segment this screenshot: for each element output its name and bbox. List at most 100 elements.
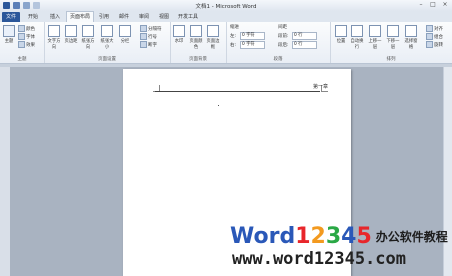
watermark-digit: 2 — [310, 223, 326, 249]
watermark-digit: 4 — [341, 223, 357, 249]
page-borders-icon — [207, 25, 219, 37]
page-borders-button[interactable]: 页面边框 — [206, 25, 220, 50]
size-icon — [101, 25, 113, 37]
theme-group: 主题 颜色 字体 效果 主题 — [0, 22, 45, 63]
watermark-digits: 12345 — [295, 224, 372, 249]
watermark-url: www.word12345.com — [232, 249, 406, 269]
indent-right-field[interactable]: 0 字符 — [240, 41, 265, 49]
indent-right-label: 右: — [230, 43, 237, 48]
page-color-button[interactable]: 页面颜色 — [189, 25, 203, 50]
page-setup-group: 文字方向 页边距 纸张方向 纸张大小 分栏 分隔符 行号 断字 页面设置 — [44, 22, 171, 63]
margins-button[interactable]: 页边距 — [64, 25, 78, 44]
bring-forward-label: 上移一层 — [368, 39, 382, 50]
wrap-text-icon — [351, 25, 363, 37]
text-cursor — [218, 105, 219, 106]
themes-icon — [3, 25, 15, 37]
tab-review[interactable]: 审阅 — [136, 12, 152, 22]
send-backward-icon — [387, 25, 399, 37]
watermark-label: 水印 — [174, 39, 184, 44]
orientation-icon — [82, 25, 94, 37]
spacing-after-field[interactable]: 0 行 — [292, 41, 317, 49]
size-label: 纸张大小 — [100, 39, 114, 50]
tab-home[interactable]: 开始 — [24, 12, 42, 22]
columns-label: 分栏 — [120, 39, 130, 44]
columns-button[interactable]: 分栏 — [118, 25, 132, 44]
send-backward-label: 下移一层 — [386, 39, 400, 50]
bring-forward-button[interactable]: 上移一层 — [368, 25, 382, 50]
ribbon-tab-bar: 文件 开始 插入 页面布局 引用 邮件 审阅 视图 开发工具 — [0, 11, 452, 22]
theme-fonts-button[interactable]: 字体 — [18, 33, 35, 40]
tab-view[interactable]: 视图 — [156, 12, 172, 22]
tab-file[interactable]: 文件 — [2, 12, 20, 22]
tab-page-layout[interactable]: 页面布局 — [66, 11, 94, 22]
margins-label: 页边距 — [64, 39, 78, 44]
paragraph-group-label: 段落 — [273, 57, 283, 62]
bring-forward-icon — [369, 25, 381, 37]
watermark-digit: 1 — [295, 223, 311, 249]
text-direction-button[interactable]: 文字方向 — [47, 25, 61, 50]
tab-references[interactable]: 引用 — [96, 12, 112, 22]
tab-developer[interactable]: 开发工具 — [176, 12, 200, 22]
spacing-after-label: 段后: — [278, 43, 289, 48]
columns-icon — [119, 25, 131, 37]
arrange-group: 位置 自动换行 上移一层 下移一层 选择窗格 对齐 组合 旋转 排列 — [330, 22, 452, 63]
themes-label: 主题 — [4, 39, 14, 44]
watermark-digit: 3 — [325, 223, 342, 249]
margins-icon — [65, 25, 77, 37]
watermark-logo: Word 12345 办公软件教程 — [230, 223, 448, 249]
selection-pane-button[interactable]: 选择窗格 — [404, 25, 418, 50]
theme-group-label: 主题 — [17, 57, 27, 62]
text-direction-label: 文字方向 — [47, 39, 61, 50]
page-borders-label: 页面边框 — [206, 39, 220, 50]
position-button[interactable]: 位置 — [334, 25, 348, 44]
arrange-group-label: 排列 — [386, 57, 396, 62]
page-color-icon — [190, 25, 202, 37]
watermark-chinese: 办公软件教程 — [375, 229, 448, 244]
position-label: 位置 — [336, 39, 346, 44]
align-button[interactable]: 对齐 — [426, 25, 443, 32]
indent-title: 缩进 — [230, 25, 239, 30]
spacing-before-field[interactable]: 0 行 — [292, 32, 317, 40]
maximize-icon[interactable]: □ — [428, 1, 438, 9]
window-title: 文档1 - Microsoft Word — [195, 4, 257, 10]
orientation-label: 纸张方向 — [81, 39, 95, 50]
themes-button[interactable]: 主题 — [2, 25, 16, 44]
watermark-digit: 5 — [356, 223, 372, 249]
page-header-text[interactable]: 第一章 — [313, 83, 328, 90]
tab-mailings[interactable]: 邮件 — [116, 12, 132, 22]
theme-effects-button[interactable]: 效果 — [18, 41, 35, 48]
header-divider-line — [155, 91, 320, 92]
page-background-group-label: 页面背景 — [189, 57, 207, 62]
minimize-icon[interactable]: – — [416, 1, 426, 9]
wrap-text-button[interactable]: 自动换行 — [350, 25, 364, 50]
window-controls: – □ × — [416, 1, 450, 9]
spacing-title: 间距 — [278, 25, 287, 30]
line-numbers-button[interactable]: 行号 — [140, 33, 157, 40]
indent-left-field[interactable]: 0 字符 — [240, 32, 265, 40]
position-icon — [335, 25, 347, 37]
hyphenation-button[interactable]: 断字 — [140, 41, 157, 48]
rotate-button[interactable]: 旋转 — [426, 41, 443, 48]
close-icon[interactable]: × — [440, 1, 450, 9]
size-button[interactable]: 纸张大小 — [100, 25, 114, 50]
vertical-ruler — [0, 67, 10, 276]
selection-pane-label: 选择窗格 — [404, 39, 418, 50]
orientation-button[interactable]: 纸张方向 — [81, 25, 95, 50]
watermark-icon — [173, 25, 185, 37]
wrap-text-label: 自动换行 — [350, 39, 364, 50]
group-button[interactable]: 组合 — [426, 33, 443, 40]
selection-pane-icon — [405, 25, 417, 37]
page-background-group: 水印 页面颜色 页面边框 页面背景 — [170, 22, 227, 63]
watermark-word: Word — [230, 223, 296, 249]
watermark-button[interactable]: 水印 — [172, 25, 186, 44]
paragraph-group: 缩进 间距 左: 0 字符 右: 0 字符 段前: 0 行 段后: 0 行 段落 — [226, 22, 331, 63]
breaks-button[interactable]: 分隔符 — [140, 25, 162, 32]
indent-left-label: 左: — [230, 34, 237, 39]
tab-insert[interactable]: 插入 — [46, 12, 64, 22]
send-backward-button[interactable]: 下移一层 — [386, 25, 400, 50]
page-setup-group-label: 页面设置 — [98, 57, 116, 62]
text-direction-icon — [48, 25, 60, 37]
theme-colors-button[interactable]: 颜色 — [18, 25, 35, 32]
ribbon: 主题 颜色 字体 效果 主题 文字方向 页边距 纸张方向 纸张大小 分栏 分隔符… — [0, 22, 452, 64]
page-color-label: 页面颜色 — [189, 39, 203, 50]
